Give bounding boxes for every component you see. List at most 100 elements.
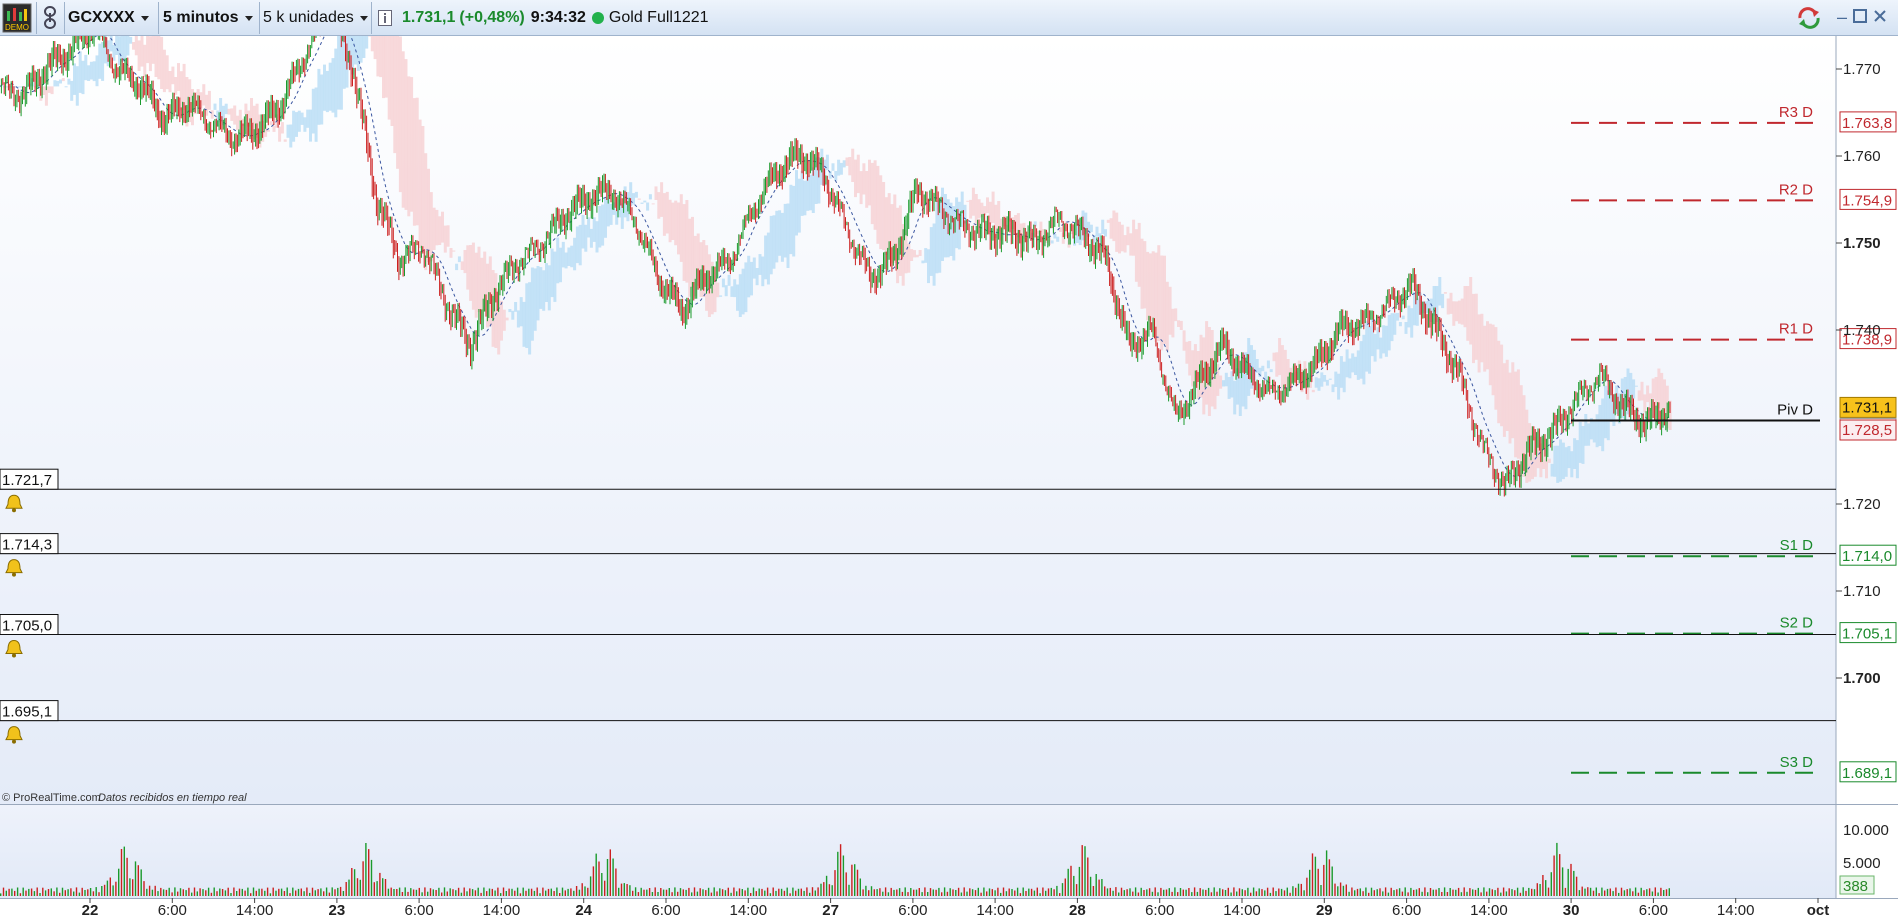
volume-bar — [56, 887, 58, 896]
x-tick-label: 6:00 — [1145, 902, 1174, 919]
close-icon[interactable] — [1872, 9, 1888, 25]
ticker-selector[interactable]: GCXXXX — [68, 0, 158, 36]
volume-bar — [1328, 859, 1331, 896]
volume-bar — [106, 880, 109, 896]
volume-bar — [814, 890, 816, 896]
units-selector[interactable]: 5 k unidades — [263, 0, 371, 36]
cloud-segment — [466, 245, 470, 290]
timeframe-selector[interactable]: 5 minutos — [163, 0, 259, 36]
volume-bar — [8, 888, 10, 896]
volume-bar — [674, 887, 676, 896]
volume-bar — [542, 887, 544, 896]
cloud-segment — [561, 241, 565, 268]
cloud-segment — [592, 217, 596, 242]
cloud-segment — [1634, 385, 1638, 387]
cloud-segment — [508, 309, 512, 313]
cloud-segment — [1486, 321, 1489, 370]
volume-bar — [53, 891, 55, 896]
minimize-icon[interactable]: – — [1834, 8, 1850, 26]
cloud-segment — [519, 297, 523, 327]
volume-bar — [915, 889, 918, 896]
volume-bar — [1595, 887, 1597, 896]
volume-bar — [778, 888, 780, 896]
volume-bar — [1028, 888, 1030, 896]
link-icon[interactable] — [40, 0, 64, 36]
refresh-icon[interactable] — [1796, 0, 1826, 36]
volume-bar — [1205, 889, 1207, 896]
cloud-segment — [556, 237, 560, 284]
volume-bar — [679, 888, 682, 896]
volume-bar — [977, 887, 979, 896]
cloud-segment — [1320, 372, 1324, 387]
volume-bar — [1064, 878, 1066, 896]
volume-bar — [927, 892, 929, 896]
volume-bar — [1202, 889, 1204, 896]
volume-bar — [550, 888, 552, 896]
price-chart[interactable]: R3 D1.763,8R2 D1.754,9R1 D1.738,9Piv DS1… — [0, 36, 1898, 922]
volume-bar — [730, 892, 732, 896]
volume-bar — [342, 891, 345, 896]
pivot-price-label: 1.714,0 — [1842, 548, 1892, 565]
volume-bar — [873, 889, 875, 896]
cloud-segment — [1511, 362, 1515, 439]
cloud-segment — [317, 68, 321, 125]
volume-bar — [910, 888, 912, 896]
volume-bar — [1250, 892, 1252, 896]
volume-bar — [1413, 889, 1415, 896]
cloud-segment — [533, 268, 537, 331]
cloud-segment — [396, 36, 400, 169]
pivot-name: S2 D — [1780, 615, 1814, 632]
volume-bar — [1261, 889, 1263, 896]
cloud-segment — [1095, 226, 1099, 237]
volume-bar — [913, 889, 915, 896]
cloud-segment — [47, 86, 51, 93]
volume-bar — [929, 888, 932, 896]
cloud-segment — [463, 250, 467, 274]
cloud-segment — [837, 159, 841, 176]
volume-bar — [1174, 887, 1176, 896]
volume-bar — [1022, 887, 1024, 896]
volume-bar — [733, 887, 735, 896]
price-change: (+0,48%) — [459, 9, 525, 26]
cloud-segment — [1516, 369, 1520, 459]
cloud-segment — [1601, 398, 1605, 452]
cloud-segment — [123, 36, 127, 62]
volume-bar — [1637, 892, 1640, 896]
cloud-segment — [528, 282, 532, 355]
volume-bar — [578, 889, 581, 896]
cloud-segment — [471, 242, 475, 310]
volume-bar — [1188, 888, 1190, 896]
x-tick-label: 6:00 — [404, 902, 433, 919]
cloud-segment — [449, 248, 453, 258]
cloud-segment — [1640, 381, 1644, 401]
x-tick-label: 14:00 — [1223, 902, 1261, 919]
pivot-price-label: 1.763,8 — [1842, 115, 1892, 132]
cloud-segment — [202, 84, 206, 106]
volume-bar — [986, 891, 988, 896]
info-icon[interactable] — [378, 0, 396, 36]
volume-bar — [491, 888, 493, 896]
cloud-segment — [1339, 356, 1343, 388]
volume-bar — [710, 892, 713, 896]
volume-bar — [1073, 875, 1075, 896]
volume-bar — [424, 887, 426, 896]
volume-bar — [1025, 891, 1027, 896]
pivot-name: Piv D — [1777, 402, 1813, 419]
volume-bar — [890, 887, 892, 896]
cloud-segment — [851, 148, 855, 182]
cloud-segment — [1233, 380, 1237, 415]
cloud-segment — [679, 194, 683, 262]
cloud-segment — [1592, 421, 1596, 443]
cloud-segment — [61, 78, 65, 82]
maximize-icon[interactable] — [1852, 9, 1868, 25]
cloud-segment — [969, 199, 973, 219]
cloud-segment — [1556, 445, 1560, 483]
volume-bar — [1227, 887, 1229, 896]
volume-bar — [1306, 877, 1308, 896]
volume-bar — [449, 888, 451, 896]
volume-bar — [1272, 887, 1274, 896]
volume-bar — [1129, 888, 1131, 896]
cloud-segment — [407, 76, 411, 217]
cloud-segment — [59, 79, 62, 84]
volume-bar — [196, 891, 198, 896]
